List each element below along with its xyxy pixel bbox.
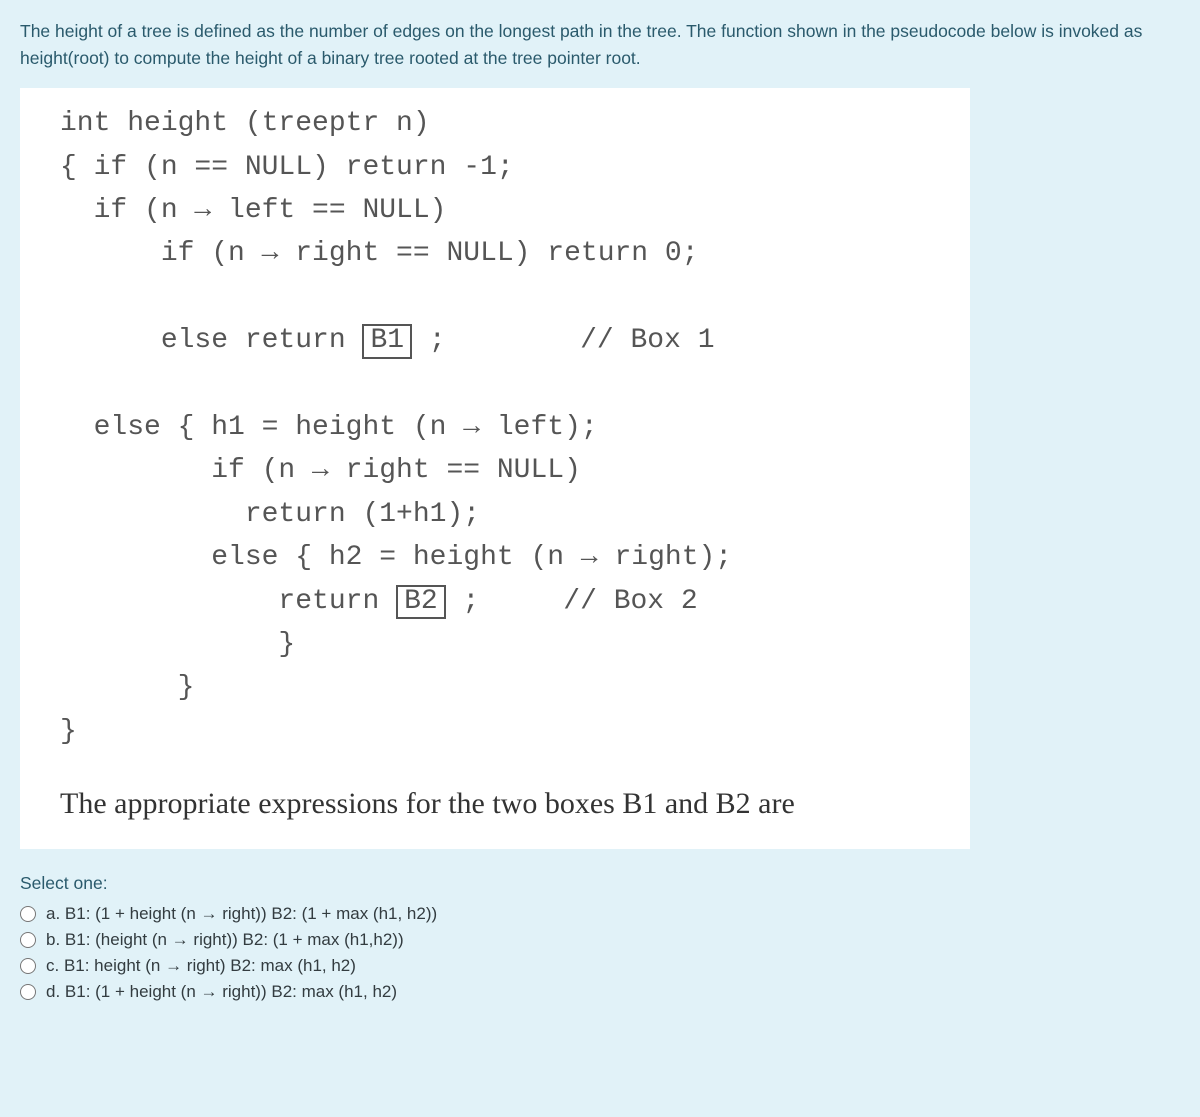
code-line-3: if (n → left == NULL) [60, 195, 446, 226]
option-b-radio[interactable] [20, 932, 36, 948]
code-line-8: return (1+h1); [60, 499, 480, 530]
box-b1: B1 [362, 324, 412, 359]
option-a-radio[interactable] [20, 906, 36, 922]
option-a-label: a. B1: (1 + height (n → right)) B2: (1 +… [46, 904, 437, 924]
code-line-10a: return [60, 586, 396, 617]
code-line-10b: ; [446, 586, 480, 617]
code-line-2: { if (n == NULL) return -1; [60, 152, 514, 183]
code-line-7: if (n → right == NULL) [60, 455, 581, 486]
code-line-12: } [60, 672, 194, 703]
code-line-6: else { h1 = height (n → left); [60, 412, 598, 443]
code-line-5b: ; [412, 325, 446, 356]
option-c-radio[interactable] [20, 958, 36, 974]
code-line-1: int height (treeptr n) [60, 108, 430, 139]
code-line-5a: else return [60, 325, 362, 356]
option-b[interactable]: b. B1: (height (n → right)) B2: (1 + max… [20, 930, 1180, 950]
code-line-13: } [60, 716, 77, 747]
select-one-label: Select one: [20, 873, 1180, 894]
question-intro: The height of a tree is defined as the n… [20, 18, 1180, 72]
comment-box1: // Box 1 [580, 325, 714, 356]
box-b2: B2 [396, 585, 446, 620]
pseudocode: int height (treeptr n) { if (n == NULL) … [60, 102, 954, 753]
comment-box2: // Box 2 [563, 586, 697, 617]
code-line-4: if (n → right == NULL) return 0; [60, 238, 699, 269]
pseudocode-box: int height (treeptr n) { if (n == NULL) … [20, 88, 970, 849]
option-d-label: d. B1: (1 + height (n → right)) B2: max … [46, 982, 397, 1002]
question-ending: The appropriate expressions for the two … [60, 783, 954, 825]
option-a[interactable]: a. B1: (1 + height (n → right)) B2: (1 +… [20, 904, 1180, 924]
option-c-label: c. B1: height (n → right) B2: max (h1, h… [46, 956, 356, 976]
code-line-9: else { h2 = height (n → right); [60, 542, 732, 573]
options-list: a. B1: (1 + height (n → right)) B2: (1 +… [20, 904, 1180, 1002]
code-line-11: } [60, 629, 295, 660]
option-b-label: b. B1: (height (n → right)) B2: (1 + max… [46, 930, 404, 950]
option-c[interactable]: c. B1: height (n → right) B2: max (h1, h… [20, 956, 1180, 976]
option-d[interactable]: d. B1: (1 + height (n → right)) B2: max … [20, 982, 1180, 1002]
option-d-radio[interactable] [20, 984, 36, 1000]
